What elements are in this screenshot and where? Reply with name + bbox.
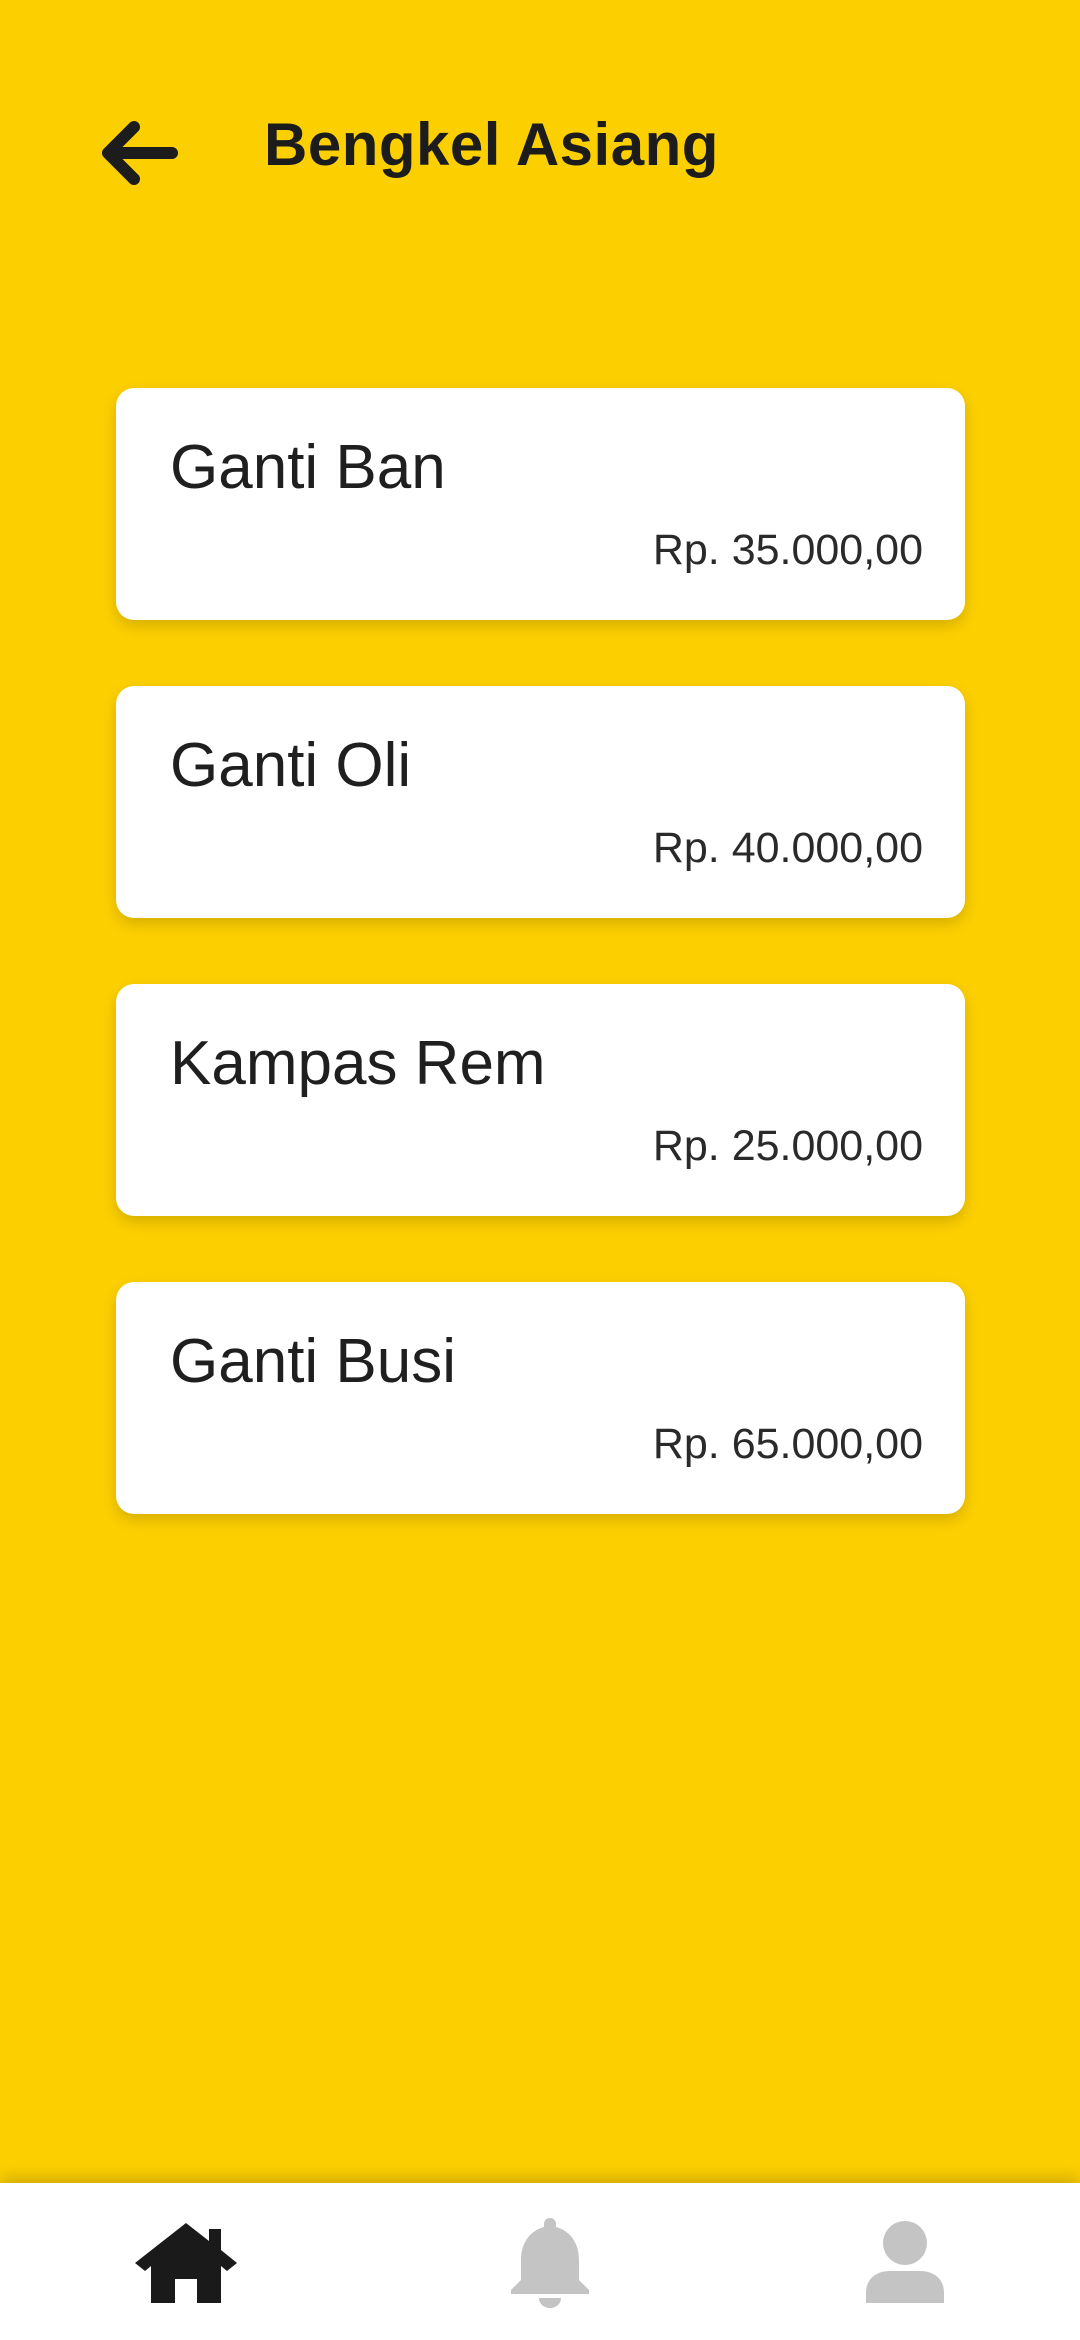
bell-icon — [511, 2217, 589, 2308]
service-card-ganti-oli[interactable]: Ganti Oli Rp. 40.000,00 — [116, 686, 965, 918]
service-name: Ganti Ban — [170, 433, 446, 502]
arrow-left-icon — [102, 121, 178, 185]
nav-profile-tab[interactable] — [725, 2183, 1080, 2340]
service-card-ganti-busi[interactable]: Ganti Busi Rp. 65.000,00 — [116, 1282, 965, 1514]
app-screen: Bengkel Asiang Ganti Ban Rp. 35.000,00 G… — [0, 0, 1080, 2340]
service-name: Kampas Rem — [170, 1029, 546, 1098]
service-price: Rp. 35.000,00 — [652, 526, 923, 574]
page-title: Bengkel Asiang — [264, 111, 719, 178]
nav-notifications-tab[interactable] — [370, 2183, 730, 2340]
app-header: Bengkel Asiang — [0, 0, 1080, 300]
service-name: Ganti Busi — [170, 1327, 457, 1396]
home-icon — [135, 2222, 237, 2303]
service-price: Rp. 40.000,00 — [652, 824, 923, 872]
service-list: Ganti Ban Rp. 35.000,00 Ganti Oli Rp. 40… — [116, 388, 965, 1580]
user-icon — [866, 2220, 944, 2303]
service-price: Rp. 65.000,00 — [652, 1420, 923, 1468]
bottom-navigation — [0, 2183, 1080, 2340]
back-button[interactable] — [90, 105, 186, 201]
service-name: Ganti Oli — [170, 731, 412, 800]
service-card-ganti-ban[interactable]: Ganti Ban Rp. 35.000,00 — [116, 388, 965, 620]
service-price: Rp. 25.000,00 — [652, 1122, 923, 1170]
service-card-kampas-rem[interactable]: Kampas Rem Rp. 25.000,00 — [116, 984, 965, 1216]
nav-home-tab[interactable] — [6, 2183, 366, 2340]
